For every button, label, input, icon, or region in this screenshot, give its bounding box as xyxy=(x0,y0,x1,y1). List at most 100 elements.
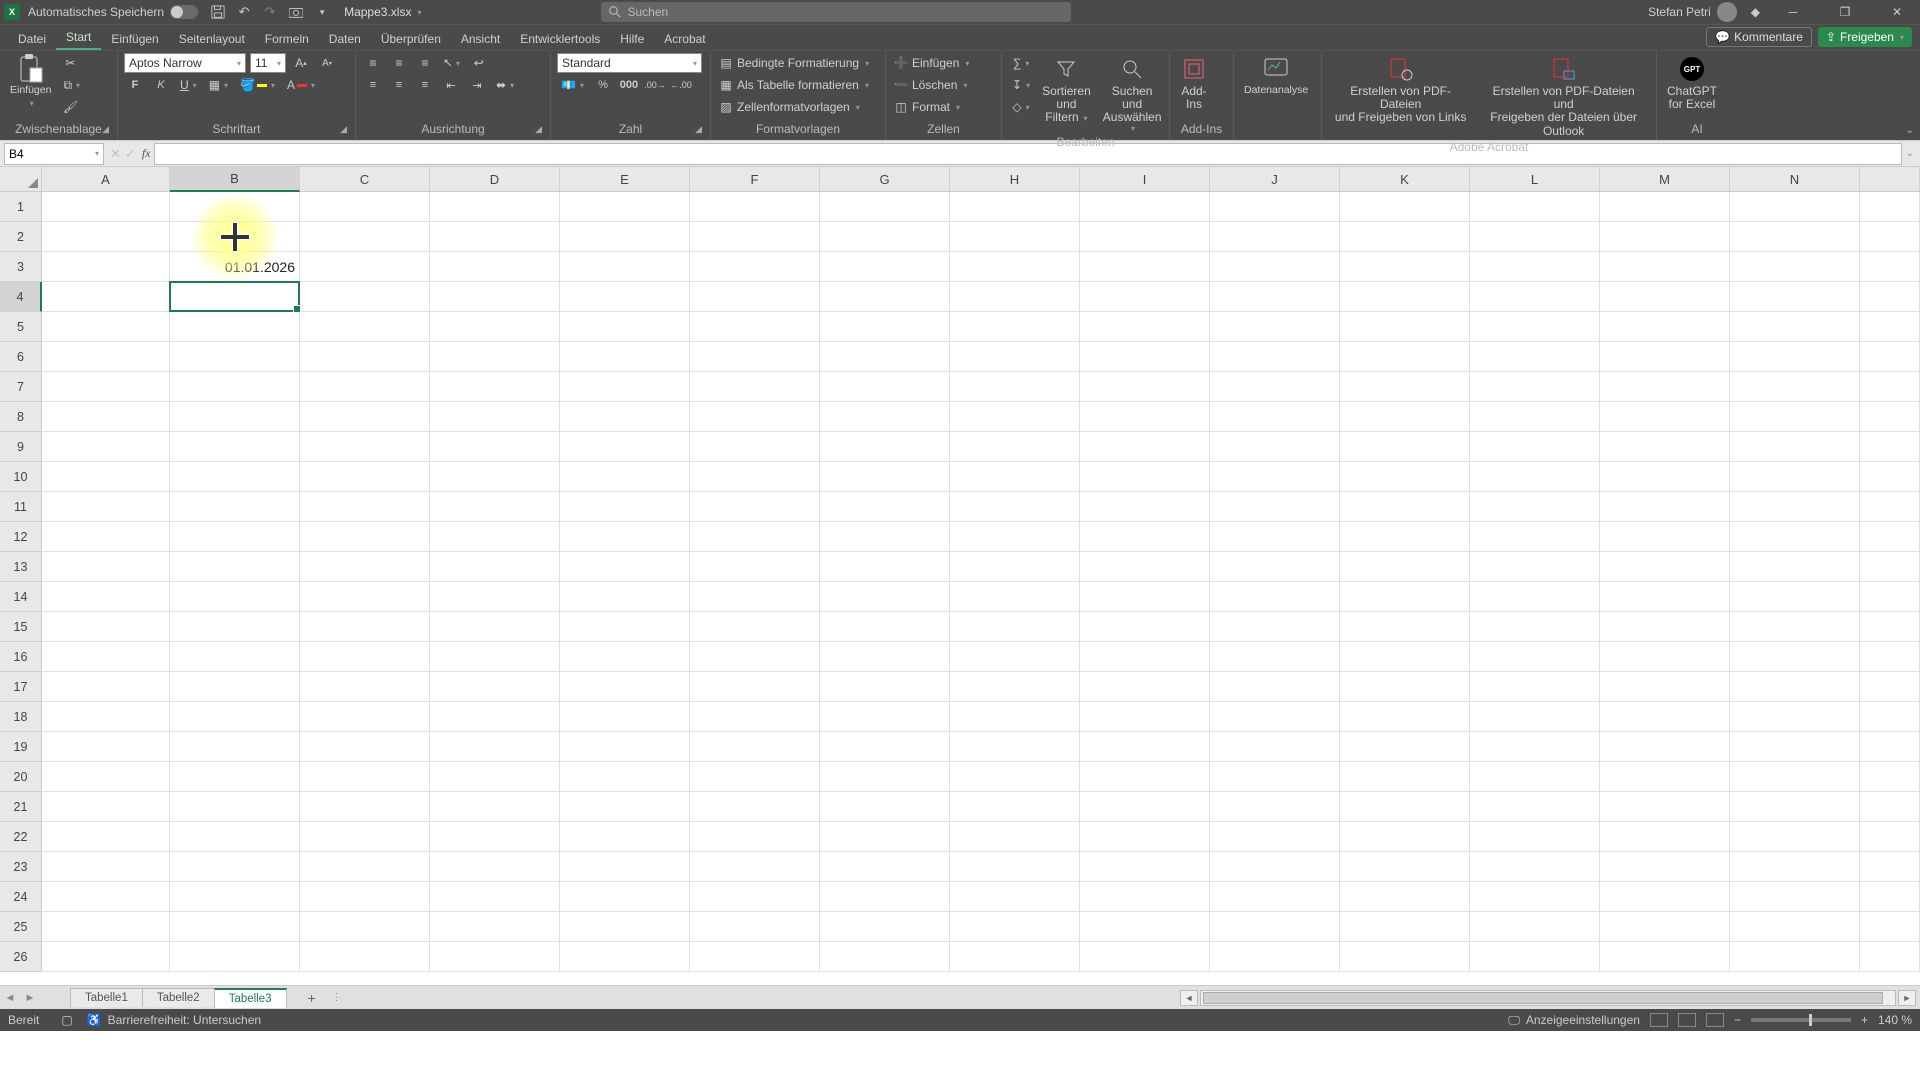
cell[interactable] xyxy=(300,702,430,732)
cell[interactable] xyxy=(1600,732,1730,762)
cell[interactable] xyxy=(950,642,1080,672)
cell[interactable] xyxy=(42,222,170,252)
cell[interactable] xyxy=(1600,492,1730,522)
cell[interactable] xyxy=(1210,282,1340,312)
cell[interactable] xyxy=(820,222,950,252)
cell[interactable] xyxy=(1860,222,1920,252)
cell[interactable] xyxy=(1730,462,1860,492)
cell[interactable] xyxy=(820,552,950,582)
cell[interactable] xyxy=(42,372,170,402)
cell[interactable] xyxy=(820,582,950,612)
row-header[interactable]: 1 xyxy=(0,192,42,222)
cell[interactable] xyxy=(820,732,950,762)
create-pdf-outlook-button[interactable]: Erstellen von PDF-Dateien undFreigeben d… xyxy=(1477,53,1650,140)
cell[interactable] xyxy=(430,732,560,762)
cell[interactable] xyxy=(1730,372,1860,402)
cell[interactable] xyxy=(42,462,170,492)
cell[interactable] xyxy=(300,522,430,552)
cell[interactable] xyxy=(170,342,300,372)
cell[interactable] xyxy=(1860,522,1920,552)
row-header[interactable]: 16 xyxy=(0,642,42,672)
cell[interactable] xyxy=(170,882,300,912)
cell[interactable] xyxy=(820,642,950,672)
decrease-font-button[interactable]: A▾ xyxy=(316,53,338,73)
cell[interactable] xyxy=(1080,942,1210,972)
cell[interactable] xyxy=(950,732,1080,762)
cell[interactable] xyxy=(1600,912,1730,942)
cell[interactable] xyxy=(1860,192,1920,222)
collapse-ribbon-button[interactable]: ⌄ xyxy=(1906,125,1914,136)
cell[interactable] xyxy=(1860,792,1920,822)
cell[interactable] xyxy=(300,222,430,252)
cell[interactable] xyxy=(42,432,170,462)
column-header[interactable]: F xyxy=(690,167,820,192)
tab-seitenlayout[interactable]: Seitenlayout xyxy=(169,28,255,50)
paste-button[interactable]: Einfügen ▾ xyxy=(6,53,55,110)
cell[interactable] xyxy=(690,342,820,372)
cell[interactable] xyxy=(430,792,560,822)
cell[interactable] xyxy=(1730,552,1860,582)
cell[interactable] xyxy=(430,282,560,312)
cell[interactable] xyxy=(1210,642,1340,672)
cell[interactable] xyxy=(1340,552,1470,582)
cell[interactable] xyxy=(690,582,820,612)
cell[interactable] xyxy=(1080,462,1210,492)
cell[interactable] xyxy=(950,522,1080,552)
cell[interactable] xyxy=(1600,552,1730,582)
column-header[interactable] xyxy=(1860,167,1920,192)
cell[interactable] xyxy=(300,372,430,402)
cell[interactable] xyxy=(300,402,430,432)
cell[interactable] xyxy=(170,402,300,432)
cell[interactable] xyxy=(690,942,820,972)
cell[interactable] xyxy=(170,642,300,672)
cell[interactable] xyxy=(300,822,430,852)
cell[interactable] xyxy=(430,942,560,972)
cell[interactable] xyxy=(1080,522,1210,552)
cell[interactable] xyxy=(300,762,430,792)
cell[interactable] xyxy=(1470,222,1600,252)
cell[interactable] xyxy=(170,912,300,942)
cell[interactable] xyxy=(1080,282,1210,312)
cell[interactable] xyxy=(42,732,170,762)
qat-customize-icon[interactable]: ▾ xyxy=(314,4,330,20)
cell[interactable] xyxy=(1730,732,1860,762)
cell[interactable] xyxy=(430,252,560,282)
cell[interactable] xyxy=(1860,492,1920,522)
cell[interactable] xyxy=(170,432,300,462)
cell[interactable] xyxy=(690,222,820,252)
cell[interactable] xyxy=(950,402,1080,432)
cell[interactable] xyxy=(170,732,300,762)
row-header[interactable]: 8 xyxy=(0,402,42,432)
cell[interactable] xyxy=(1210,252,1340,282)
column-header[interactable]: D xyxy=(430,167,560,192)
cell[interactable] xyxy=(1340,672,1470,702)
cell[interactable] xyxy=(1860,432,1920,462)
cell[interactable] xyxy=(560,942,690,972)
cell[interactable] xyxy=(1860,342,1920,372)
column-header[interactable]: C xyxy=(300,167,430,192)
cell-styles-button[interactable]: ▨Zellenformatvorlagen▾ xyxy=(717,97,871,117)
column-header[interactable]: M xyxy=(1600,167,1730,192)
row-header[interactable]: 3 xyxy=(0,252,42,282)
cell[interactable] xyxy=(950,372,1080,402)
cell[interactable] xyxy=(560,642,690,672)
cell[interactable] xyxy=(1730,432,1860,462)
cell[interactable] xyxy=(1340,462,1470,492)
cell[interactable] xyxy=(560,192,690,222)
cell[interactable] xyxy=(1210,312,1340,342)
cell[interactable] xyxy=(1730,942,1860,972)
row-header[interactable]: 4 xyxy=(0,282,42,312)
cell[interactable] xyxy=(1340,762,1470,792)
align-middle-button[interactable]: ≡ xyxy=(388,53,410,73)
row-header[interactable]: 15 xyxy=(0,612,42,642)
cell[interactable] xyxy=(690,252,820,282)
cell[interactable] xyxy=(690,462,820,492)
cell[interactable] xyxy=(1210,612,1340,642)
cell[interactable] xyxy=(1600,372,1730,402)
copy-button[interactable]: ⧉▾ xyxy=(59,75,84,95)
cell[interactable] xyxy=(1340,852,1470,882)
cell[interactable] xyxy=(950,252,1080,282)
row-header[interactable]: 10 xyxy=(0,462,42,492)
cell[interactable] xyxy=(950,882,1080,912)
cell[interactable] xyxy=(950,432,1080,462)
